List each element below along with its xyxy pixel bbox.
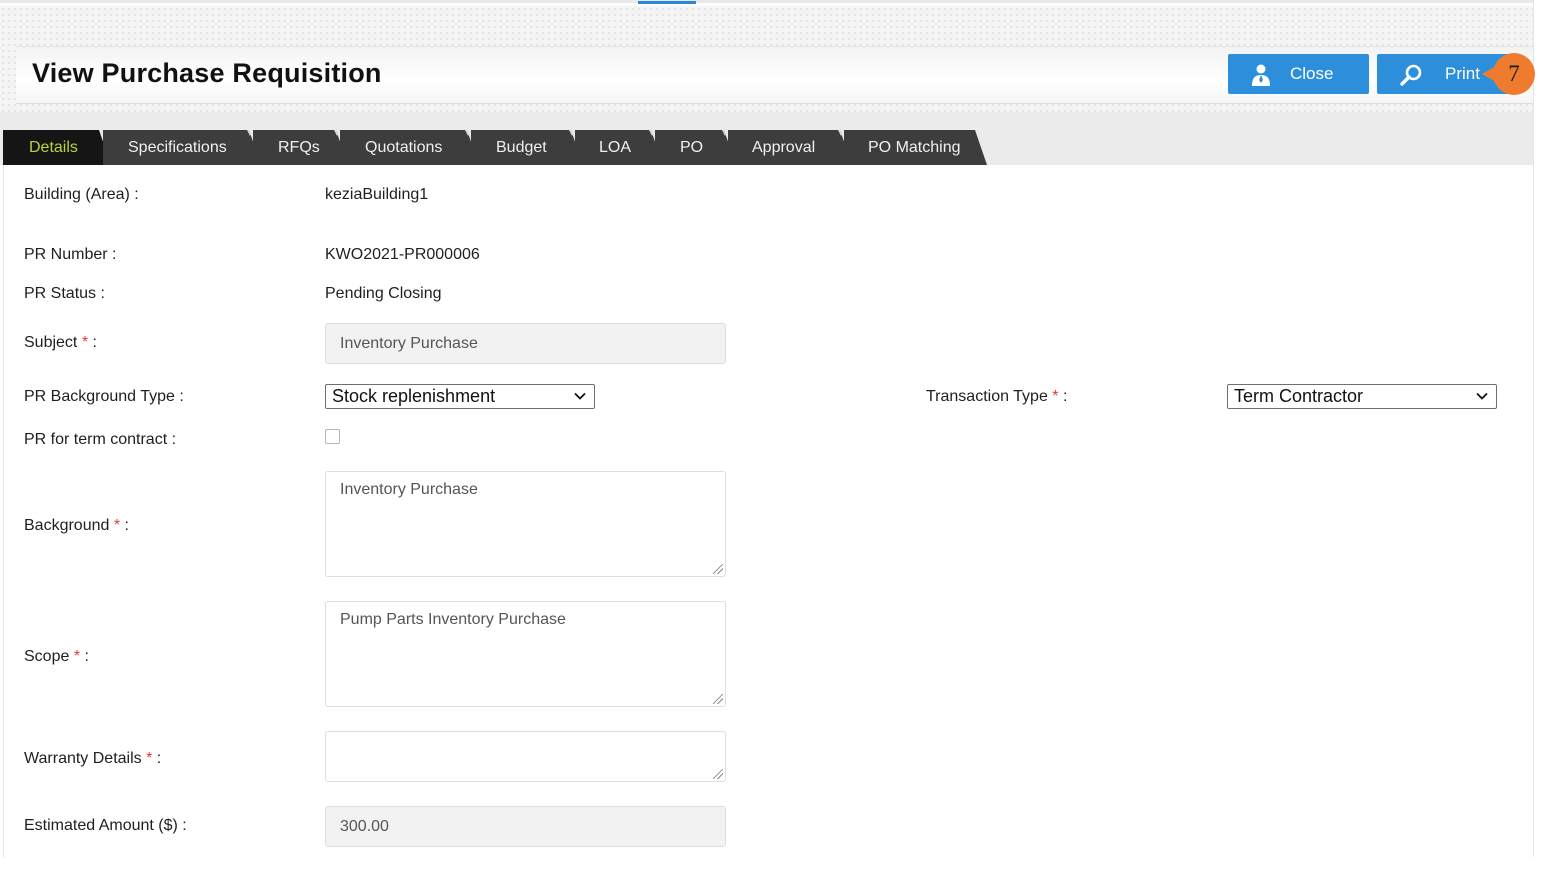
chevron-down-icon xyxy=(574,392,586,400)
pr-status-label: PR Status : xyxy=(24,285,105,302)
tab-rfqs[interactable]: RFQs xyxy=(253,130,348,165)
pr-number-label: PR Number : xyxy=(24,246,117,263)
top-rule xyxy=(0,0,1533,3)
pr-status-value: Pending Closing xyxy=(325,285,442,302)
select-value: Stock replenishment xyxy=(332,386,496,406)
tab-specifications[interactable]: Specifications xyxy=(103,130,261,165)
tab-loa[interactable]: LOA xyxy=(575,130,663,165)
content-panel xyxy=(3,165,1534,857)
close-button-label: Close xyxy=(1290,64,1334,83)
select-value: Term Contractor xyxy=(1234,386,1364,406)
background-textarea[interactable]: Inventory Purchase xyxy=(325,471,726,577)
tab-label: Quotations xyxy=(365,138,443,156)
resize-handle[interactable] xyxy=(713,769,723,779)
warranty-label: Warranty Details * : xyxy=(24,750,162,767)
transaction-type-label: Transaction Type * : xyxy=(926,388,1068,405)
scope-label: Scope * : xyxy=(24,648,89,665)
background-text: Inventory Purchase xyxy=(340,481,478,498)
search-icon xyxy=(1400,64,1422,86)
tab-po[interactable]: PO xyxy=(655,130,736,165)
background-label: Background * : xyxy=(24,517,129,534)
step-badge: 7 xyxy=(1493,53,1535,95)
estimated-amount-input[interactable]: 300.00 xyxy=(325,806,726,847)
pr-background-type-label: PR Background Type : xyxy=(24,388,184,405)
top-active-indicator xyxy=(638,1,696,4)
tab-po-matching[interactable]: PO Matching xyxy=(844,130,987,165)
tab-approval[interactable]: Approval xyxy=(728,130,852,165)
subject-label: Subject * : xyxy=(24,334,97,351)
tab-label: LOA xyxy=(599,138,632,156)
transaction-type-select[interactable]: Term Contractor xyxy=(1227,384,1497,409)
pr-number-value: KWO2021-PR000006 xyxy=(325,246,480,263)
chevron-down-icon xyxy=(1476,392,1488,400)
tab-budget[interactable]: Budget xyxy=(471,130,583,165)
pr-term-contract-checkbox[interactable] xyxy=(325,429,340,444)
resize-handle[interactable] xyxy=(713,564,723,574)
print-button-label: Print xyxy=(1445,64,1480,83)
tab-label: RFQs xyxy=(278,138,320,156)
subject-input[interactable]: Inventory Purchase xyxy=(325,323,726,364)
scope-text: Pump Parts Inventory Purchase xyxy=(340,611,566,628)
building-value: keziaBuilding1 xyxy=(325,186,429,203)
tab-label: Specifications xyxy=(128,138,227,156)
building-label: Building (Area) : xyxy=(24,186,139,203)
tab-label: PO xyxy=(680,138,704,156)
user-icon xyxy=(1252,64,1270,86)
close-button[interactable]: Close xyxy=(1228,54,1369,94)
resize-handle[interactable] xyxy=(713,694,723,704)
tab-label: Budget xyxy=(496,138,547,156)
pr-background-type-select[interactable]: Stock replenishment xyxy=(325,384,595,409)
scope-textarea[interactable]: Pump Parts Inventory Purchase xyxy=(325,601,726,707)
warranty-textarea[interactable] xyxy=(325,731,726,782)
pr-term-contract-label: PR for term contract : xyxy=(24,431,177,448)
tab-quotations[interactable]: Quotations xyxy=(340,130,479,165)
tab-label: Approval xyxy=(752,138,816,156)
tab-label: Details xyxy=(29,138,78,156)
estimated-amount-label: Estimated Amount ($) : xyxy=(24,817,187,834)
tab-details[interactable]: Details xyxy=(3,130,111,165)
page-frame: View Purchase Requisition Close Print 7 … xyxy=(0,0,1535,857)
tab-label: PO Matching xyxy=(868,138,961,156)
page-title: View Purchase Requisition xyxy=(32,58,382,88)
